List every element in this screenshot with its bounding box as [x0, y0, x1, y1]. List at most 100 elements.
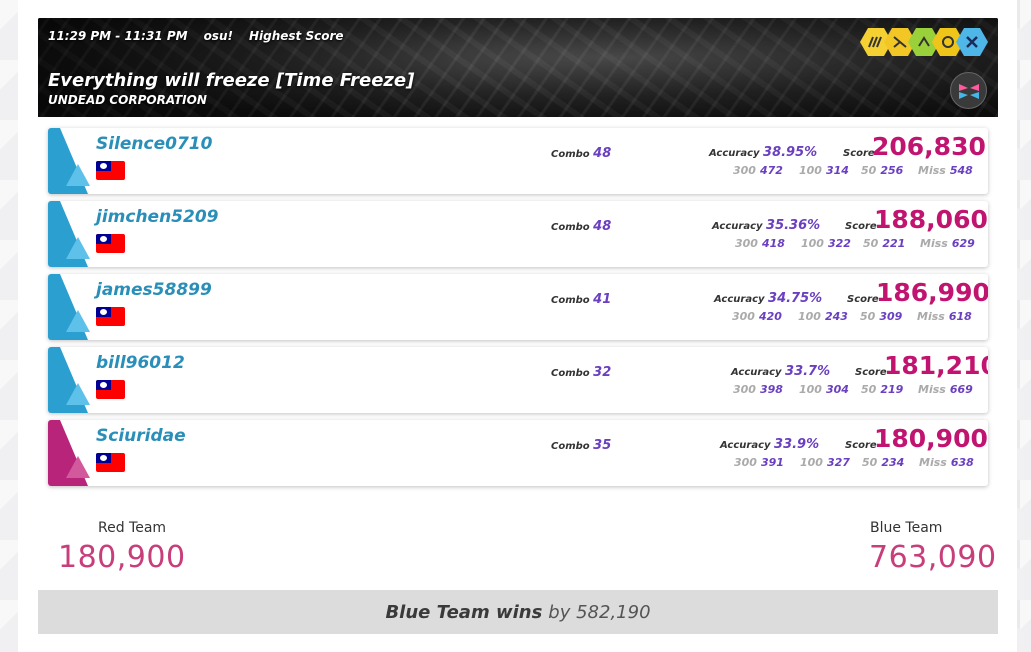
red-team-score: 180,900	[58, 540, 186, 575]
count-300-value: 420	[758, 310, 782, 323]
blue-team-marker	[48, 201, 90, 267]
blue-team-marker	[48, 347, 90, 413]
count-miss-value: 629	[951, 237, 975, 250]
score-label: Score	[845, 440, 877, 451]
combo-stat: Combo 41	[551, 292, 611, 307]
accuracy-label: Accuracy	[714, 294, 765, 305]
match-meta: 11:29 PM - 11:31 PM osu! Highest Score	[48, 29, 344, 43]
count-300-value: 398	[759, 383, 783, 396]
count-50-value: 309	[879, 310, 903, 323]
judgement-counts: 300 398 100 304 50 219 Miss 669	[733, 383, 973, 396]
accuracy-label: Accuracy	[731, 367, 782, 378]
count-300: 300 391	[734, 456, 784, 469]
count-50-value: 221	[882, 237, 906, 250]
player-row: Silence0710 Combo 48 Accuracy 38.95% 300…	[48, 128, 988, 194]
count-300: 300 418	[735, 237, 785, 250]
flag-sun	[100, 382, 107, 388]
username[interactable]: bill96012	[96, 353, 185, 373]
count-miss: Miss 638	[919, 456, 974, 469]
accuracy-label: Accuracy	[712, 221, 763, 232]
count-50-value: 219	[880, 383, 904, 396]
count-50: 50 219	[861, 383, 904, 396]
taiwan-flag	[96, 234, 125, 253]
judgement-counts: 300 472 100 314 50 256 Miss 548	[733, 164, 973, 177]
count-50-value: 256	[880, 164, 904, 177]
match-header: 11:29 PM - 11:31 PM osu! Highest Score E…	[38, 18, 998, 117]
accuracy-stat: Accuracy 33.9%	[720, 437, 819, 452]
match-time: 11:29 PM - 11:31 PM	[48, 29, 188, 43]
count-50: 50 309	[860, 310, 903, 323]
combo-label: Combo	[551, 441, 590, 452]
combo-label: Combo	[551, 149, 590, 160]
combo-label: Combo	[551, 295, 590, 306]
taiwan-flag	[96, 161, 125, 180]
username[interactable]: Silence0710	[96, 134, 212, 154]
username[interactable]: james58899	[96, 280, 212, 300]
red-team-marker	[48, 420, 90, 486]
accuracy-label: Accuracy	[720, 440, 771, 451]
username[interactable]: jimchen5209	[96, 207, 219, 227]
match-result-bar: Blue Team wins by 582,190	[38, 590, 998, 634]
score-label: Score	[845, 221, 877, 232]
accuracy-value: 33.7%	[785, 364, 831, 379]
count-miss: Miss 669	[918, 383, 973, 396]
count-100: 100 243	[798, 310, 848, 323]
score-value: 186,990	[876, 278, 988, 307]
combo-value: 35	[593, 438, 612, 453]
accuracy-value: 33.9%	[774, 437, 820, 452]
accuracy-stat: Accuracy 35.36%	[712, 218, 820, 233]
taiwan-flag	[96, 307, 125, 326]
player-row: bill96012 Combo 32 Accuracy 33.7% 300 398…	[48, 347, 988, 413]
username[interactable]: Sciuridae	[96, 426, 186, 446]
count-300-value: 418	[761, 237, 785, 250]
team-vs-icon	[950, 72, 987, 109]
beatmap-artist: UNDEAD CORPORATION	[48, 93, 207, 107]
combo-value: 48	[593, 146, 612, 161]
win-margin: by 582,190	[548, 601, 651, 623]
count-miss-value: 638	[950, 456, 974, 469]
score-label: Score	[847, 294, 879, 305]
count-100: 100 327	[800, 456, 850, 469]
combo-label: Combo	[551, 368, 590, 379]
flag-sun	[100, 163, 107, 169]
flag-sun	[100, 455, 107, 461]
judgement-counts: 300 418 100 322 50 221 Miss 629	[735, 237, 975, 250]
player-row: jimchen5209 Combo 48 Accuracy 35.36% 300…	[48, 201, 988, 267]
accuracy-stat: Accuracy 33.7%	[731, 364, 830, 379]
combo-stat: Combo 35	[551, 438, 611, 453]
judgement-counts: 300 420 100 243 50 309 Miss 618	[732, 310, 972, 323]
count-100-value: 304	[825, 383, 849, 396]
player-row: james58899 Combo 41 Accuracy 34.75% 300 4…	[48, 274, 988, 340]
red-team-label: Red Team	[98, 520, 167, 536]
blue-team-label: Blue Team	[870, 520, 943, 536]
count-100-value: 243	[824, 310, 848, 323]
taiwan-flag	[96, 380, 125, 399]
blue-team-marker	[48, 128, 90, 194]
accuracy-stat: Accuracy 38.95%	[709, 145, 817, 160]
score-value: 181,210	[884, 351, 988, 380]
beatmap-title[interactable]: Everything will freeze [Time Freeze]	[48, 70, 414, 91]
count-300-value: 472	[759, 164, 783, 177]
combo-stat: Combo 32	[551, 365, 611, 380]
combo-label: Combo	[551, 222, 590, 233]
combo-stat: Combo 48	[551, 146, 611, 161]
count-100: 100 314	[799, 164, 849, 177]
combo-value: 48	[593, 219, 612, 234]
count-50: 50 234	[862, 456, 905, 469]
score-value: 206,830	[872, 132, 986, 161]
player-row: Sciuridae Combo 35 Accuracy 33.9% 300 391…	[48, 420, 988, 486]
taiwan-flag	[96, 453, 125, 472]
count-300: 300 398	[733, 383, 783, 396]
accuracy-label: Accuracy	[709, 148, 760, 159]
relax-icon	[956, 28, 988, 56]
count-100: 100 304	[799, 383, 849, 396]
count-50: 50 221	[863, 237, 906, 250]
count-100-value: 327	[826, 456, 850, 469]
count-50-value: 234	[881, 456, 905, 469]
count-300-value: 391	[760, 456, 784, 469]
count-miss-value: 669	[949, 383, 973, 396]
count-miss: Miss 629	[920, 237, 975, 250]
accuracy-stat: Accuracy 34.75%	[714, 291, 822, 306]
game-mode: osu!	[203, 29, 233, 43]
judgement-counts: 300 391 100 327 50 234 Miss 638	[734, 456, 974, 469]
